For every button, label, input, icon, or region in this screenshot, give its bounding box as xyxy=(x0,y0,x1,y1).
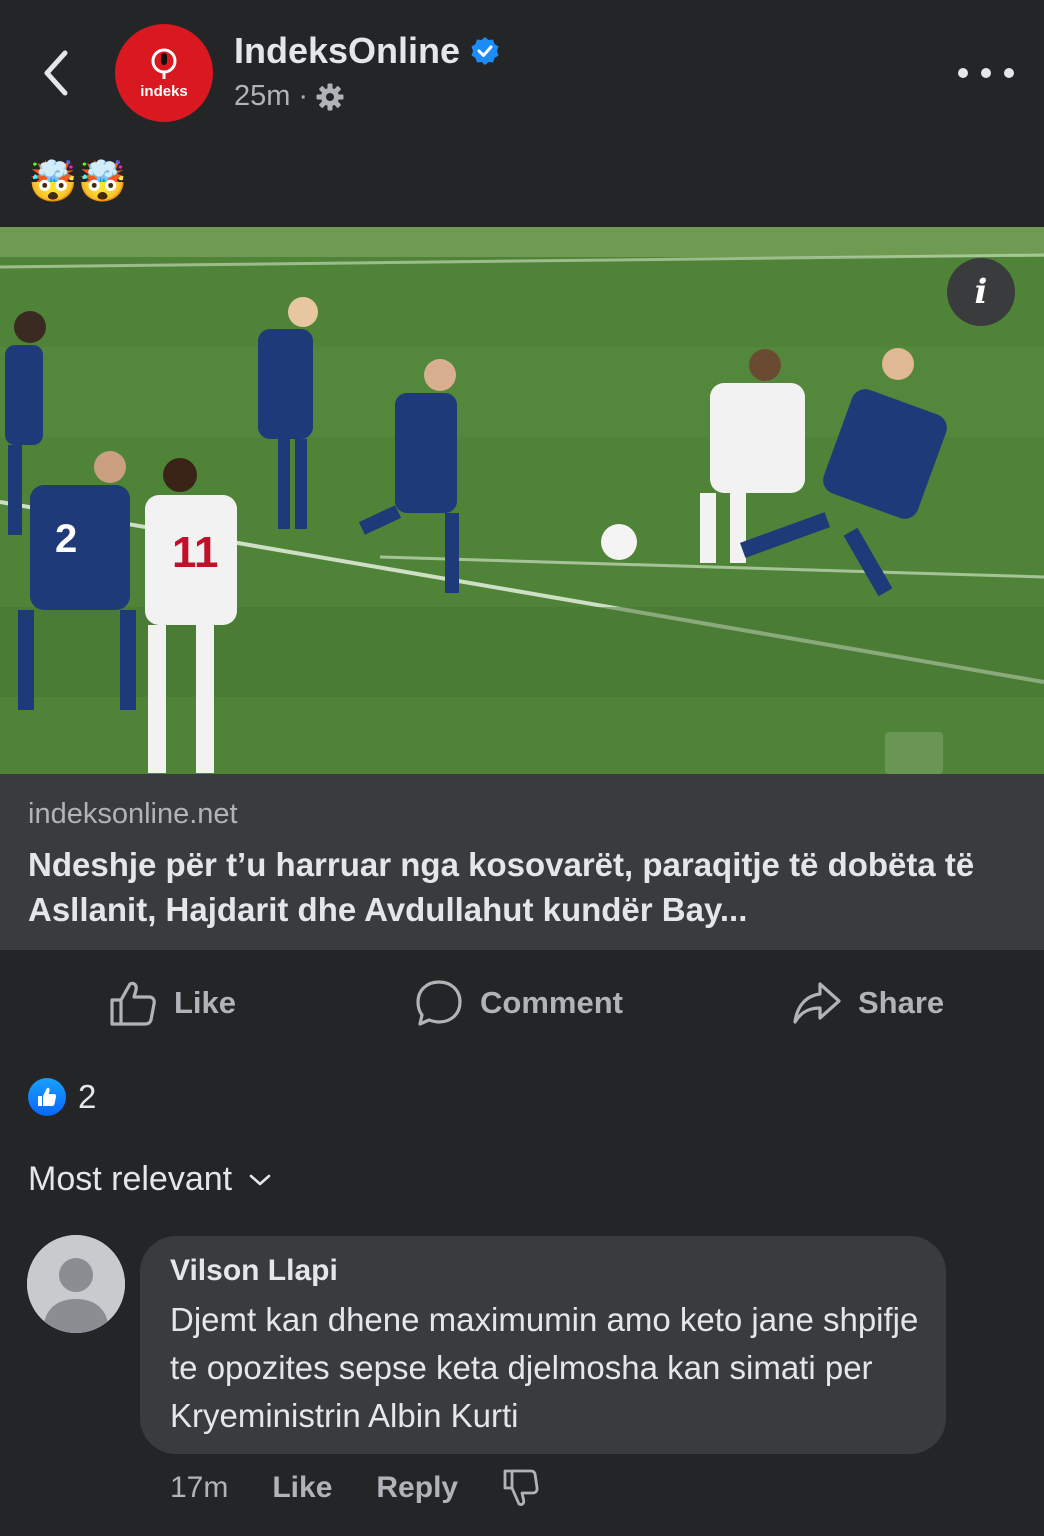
comment-meta: 17m Like Reply xyxy=(170,1466,540,1510)
post-meta: 25m · xyxy=(234,80,344,113)
back-button[interactable] xyxy=(36,48,76,98)
svg-text:11: 11 xyxy=(172,528,219,577)
dot-icon xyxy=(981,68,991,78)
post-image[interactable]: 2 11 xyxy=(0,227,1044,774)
like-label: Like xyxy=(174,985,237,1020)
post-time: 25m xyxy=(234,80,291,112)
post-header: indeks IndeksOnline 25m · xyxy=(0,0,1044,150)
broadcaster-logo xyxy=(885,732,943,774)
comment-label: Comment xyxy=(480,985,623,1020)
commenter-avatar[interactable] xyxy=(27,1235,125,1333)
share-label: Share xyxy=(858,985,945,1020)
reaction-summary[interactable]: 2 xyxy=(28,1078,96,1116)
microphone-icon xyxy=(151,48,177,79)
page-logo-text: indeks xyxy=(140,82,188,100)
like-reaction-icon xyxy=(28,1078,66,1116)
comment-bubble[interactable]: Vilson Llapi Djemt kan dhene maximumin a… xyxy=(140,1236,946,1454)
share-button[interactable]: Share xyxy=(792,978,944,1028)
page-name[interactable]: IndeksOnline xyxy=(234,30,460,72)
comment-author[interactable]: Vilson Llapi xyxy=(170,1254,338,1288)
link-domain: indeksonline.net xyxy=(28,798,238,830)
page-name-row: IndeksOnline xyxy=(234,30,500,72)
ball-icon xyxy=(601,524,637,560)
chevron-down-icon xyxy=(249,1174,271,1185)
reaction-count: 2 xyxy=(78,1078,97,1115)
post-text: 🤯🤯 xyxy=(28,160,128,204)
separator-dot: · xyxy=(298,80,309,112)
more-options-button[interactable] xyxy=(958,58,1014,88)
dot-icon xyxy=(1004,68,1014,78)
dot-icon xyxy=(958,68,968,78)
comment-bubble-icon xyxy=(416,980,462,1026)
page-avatar[interactable]: indeks xyxy=(115,24,213,122)
post-actions: Like Comment Share xyxy=(0,960,1044,1044)
like-button[interactable]: Like xyxy=(108,978,236,1028)
comment-time: 17m xyxy=(170,1471,229,1504)
comment-like-button[interactable]: Like xyxy=(272,1471,332,1505)
chevron-left-icon xyxy=(44,50,68,96)
link-title[interactable]: Ndeshje për t’u harruar nga kosovarët, p… xyxy=(28,842,1018,932)
thumbs-up-icon xyxy=(110,981,156,1026)
comment-button[interactable]: Comment xyxy=(414,978,623,1028)
link-preview[interactable]: indeksonline.net Ndeshje për t’u harruar… xyxy=(0,774,1044,950)
info-button[interactable]: i xyxy=(947,258,1015,326)
comment-text: Djemt kan dhene maximumin amo keto jane … xyxy=(170,1301,919,1434)
comment-reply-button[interactable]: Reply xyxy=(376,1471,458,1505)
svg-text:2: 2 xyxy=(55,517,77,561)
sort-label: Most relevant xyxy=(28,1160,233,1198)
thumbs-down-icon[interactable] xyxy=(502,1468,540,1508)
default-user-icon xyxy=(27,1235,125,1333)
football-match-image: 2 11 xyxy=(0,227,1044,774)
gear-icon xyxy=(316,83,344,110)
verified-badge-icon xyxy=(471,37,499,65)
share-arrow-icon xyxy=(793,982,841,1024)
comment-sort-dropdown[interactable]: Most relevant xyxy=(28,1160,272,1199)
